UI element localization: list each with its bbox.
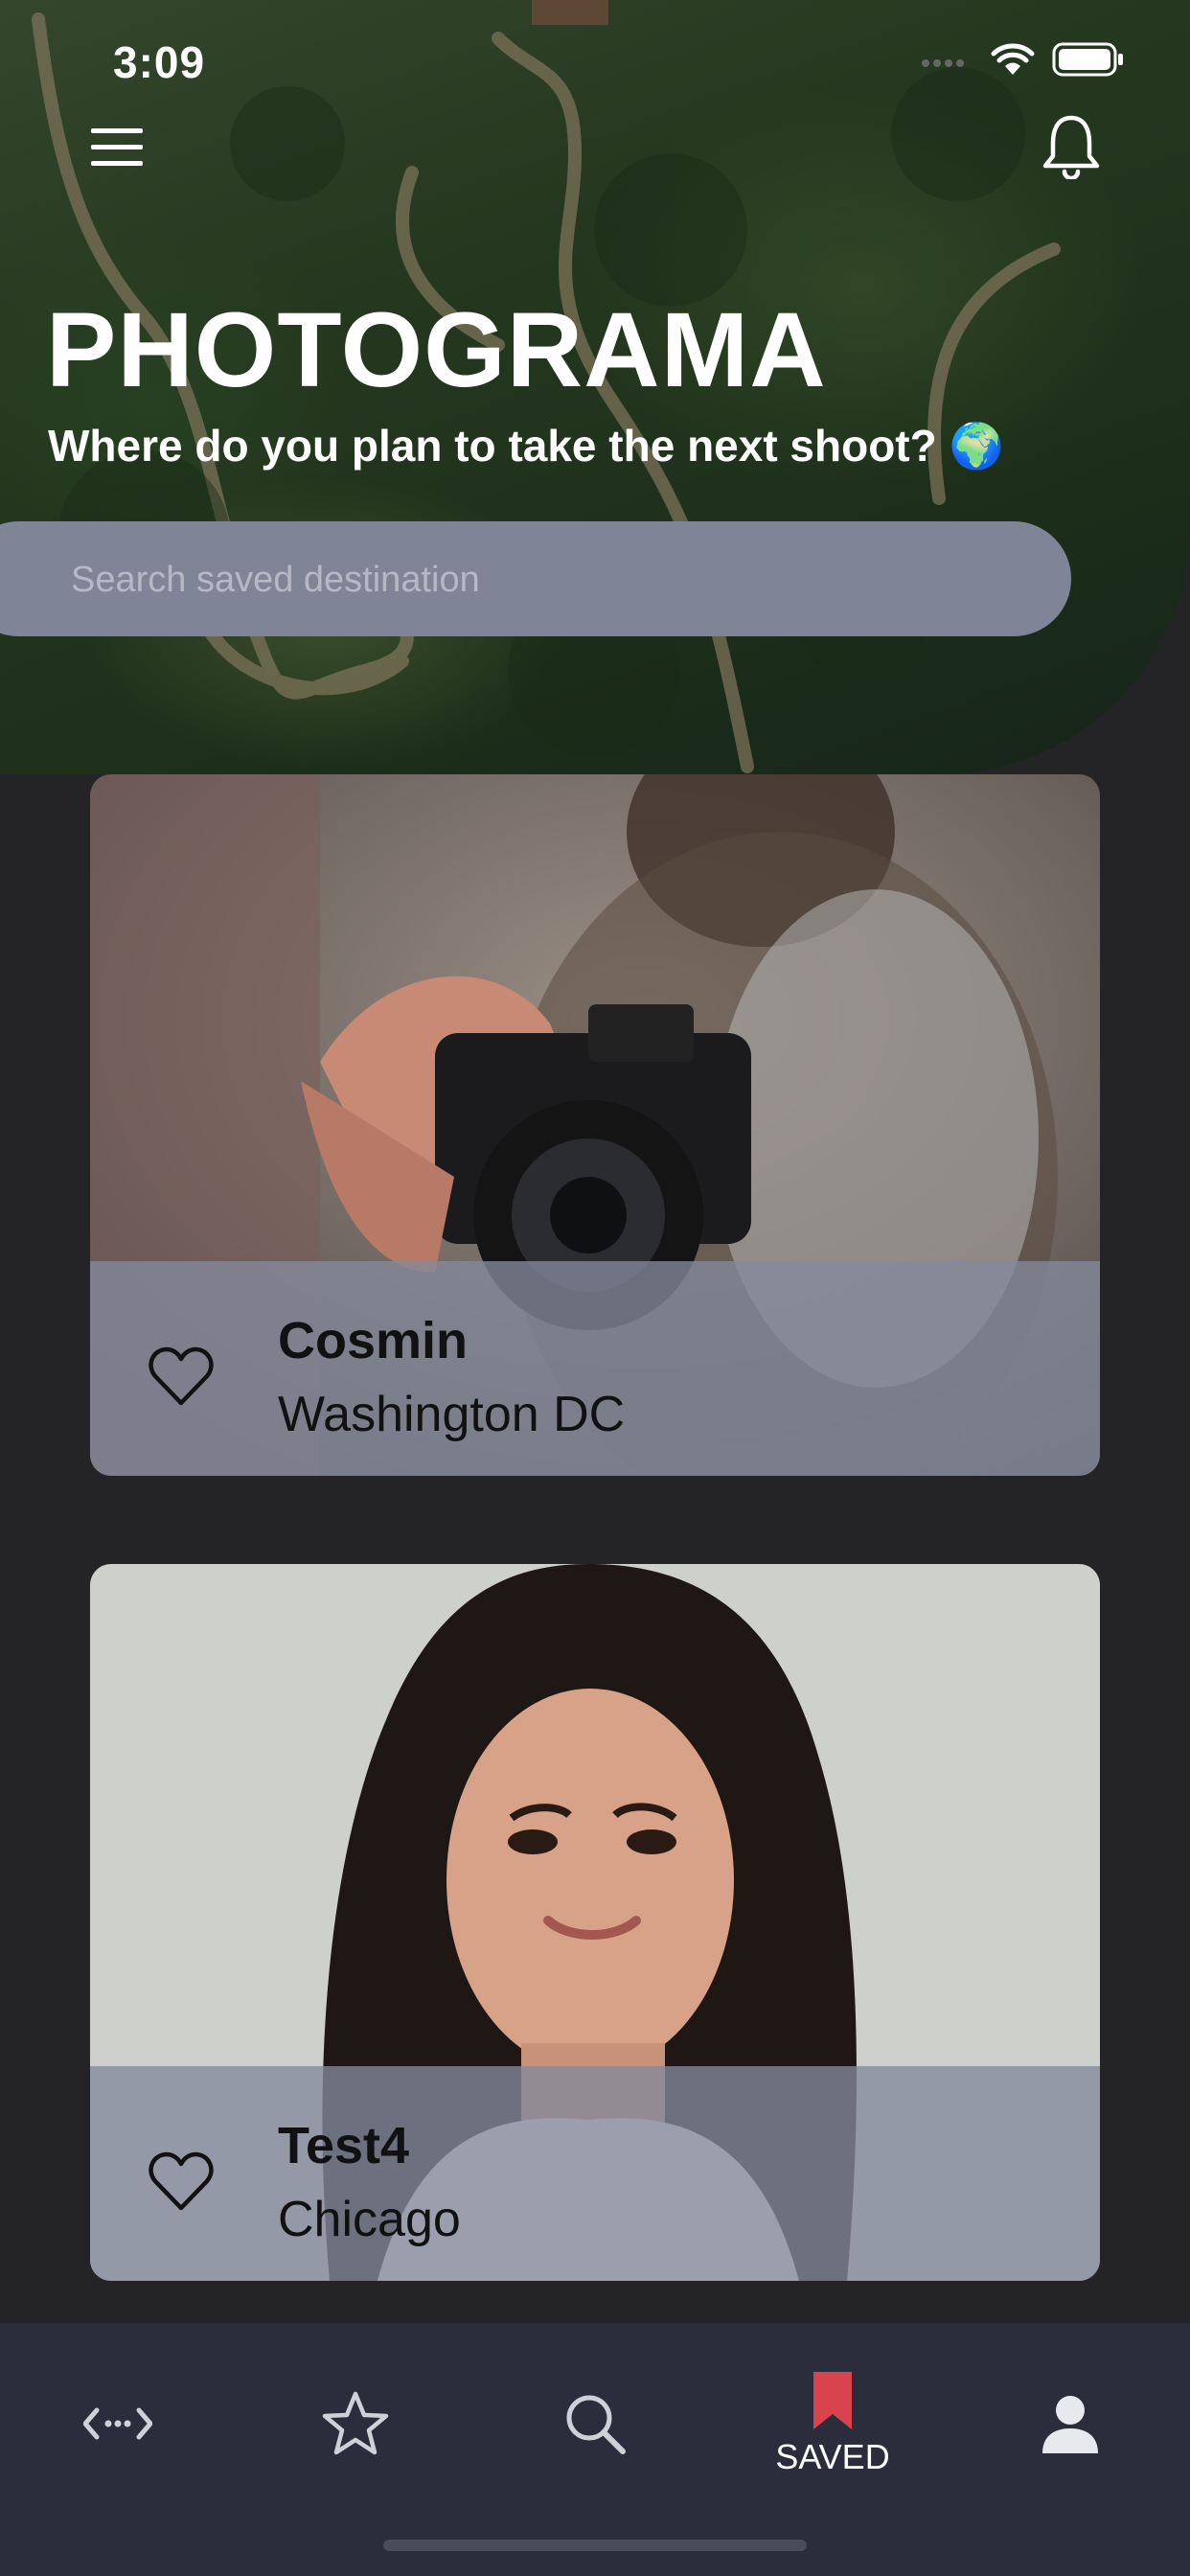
header-subtitle: Where do you plan to take the next shoot…: [48, 421, 1004, 471]
bell-icon: [1042, 115, 1100, 179]
tab-saved-label: SAVED: [775, 2437, 890, 2476]
app-title: PHOTOGRAMA: [46, 291, 827, 409]
search-bar[interactable]: [0, 521, 1071, 638]
home-indicator: [383, 2540, 807, 2551]
menu-button[interactable]: [79, 109, 155, 186]
signal-icon: [922, 59, 964, 67]
tab-search[interactable]: [528, 2361, 662, 2486]
card-info-panel: Test4 Chicago: [90, 2066, 1100, 2281]
search-input[interactable]: [69, 521, 1012, 638]
status-time: 3:09: [113, 37, 206, 87]
status-bar: 3:09: [0, 0, 1190, 125]
bookmark-icon: [813, 2372, 852, 2429]
user-icon: [1042, 2396, 1098, 2453]
card-name: Test4: [278, 2117, 410, 2174]
battery-icon: [1052, 42, 1123, 77]
tab-favorites[interactable]: [288, 2361, 423, 2486]
heart-outline-icon[interactable]: [148, 1346, 215, 1409]
destination-card[interactable]: Test4 Chicago: [90, 1564, 1100, 2281]
card-info-panel: Cosmin Washington DC: [90, 1261, 1100, 1476]
card-name: Cosmin: [278, 1312, 469, 1369]
code-arrows-icon: [83, 2407, 152, 2440]
heart-outline-icon[interactable]: [148, 2150, 215, 2214]
tab-explore[interactable]: [51, 2361, 185, 2486]
tab-profile[interactable]: [1003, 2361, 1137, 2486]
card-city: Washington DC: [278, 1387, 626, 1442]
tab-saved[interactable]: SAVED: [766, 2361, 900, 2486]
search-icon: [566, 2395, 626, 2454]
notification-button[interactable]: [1033, 107, 1110, 184]
star-icon: [322, 2391, 389, 2455]
bottom-tab-bar: SAVED: [0, 2323, 1190, 2576]
header-hero: 3:09 PHOTOGRAMA Where do you plan to tak…: [0, 0, 1190, 774]
wifi-icon: [991, 43, 1035, 75]
card-city: Chicago: [278, 2192, 461, 2247]
status-icons: [920, 42, 1125, 77]
destination-card[interactable]: Cosmin Washington DC: [90, 774, 1100, 1476]
hamburger-menu-icon: [91, 128, 143, 166]
